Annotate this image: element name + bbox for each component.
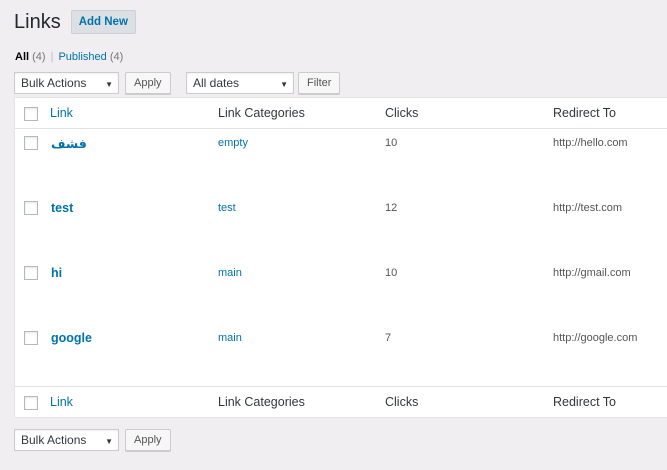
table-row: فشف empty 10 http://hello.com — [15, 130, 667, 195]
table-header: Link Link Categories Clicks Redirect To — [15, 98, 667, 129]
add-new-button[interactable]: Add New — [70, 10, 136, 34]
column-footer-link[interactable]: Link — [50, 395, 73, 409]
link-clicks: 7 — [385, 332, 392, 344]
apply-button-top[interactable]: Apply — [125, 72, 171, 94]
bulk-actions-value: Bulk Actions — [21, 433, 87, 447]
link-clicks: 10 — [385, 267, 398, 279]
select-all-checkbox[interactable] — [24, 107, 38, 121]
column-header-categories: Link Categories — [218, 106, 305, 120]
links-table: Link Link Categories Clicks Redirect To … — [14, 97, 667, 418]
filter-all-link[interactable]: All (4) — [15, 51, 46, 63]
filter-button[interactable]: Filter — [298, 72, 341, 94]
select-all-checkbox[interactable] — [24, 396, 38, 410]
filter-separator: | — [50, 51, 54, 63]
filter-published-link[interactable]: Published (4) — [58, 51, 123, 63]
dropdown-arrow-icon: ▼ — [280, 80, 288, 89]
filter-all-count: (4) — [32, 51, 46, 63]
bulk-actions-select-top[interactable]: Bulk Actions ▼ — [14, 72, 119, 94]
column-footer-clicks: Clicks — [385, 395, 419, 409]
link-clicks: 12 — [385, 202, 398, 214]
link-category[interactable]: main — [218, 267, 242, 279]
column-header-clicks: Clicks — [385, 106, 419, 120]
dropdown-arrow-icon: ▼ — [105, 437, 113, 446]
link-category[interactable]: test — [218, 202, 236, 214]
link-category[interactable]: main — [218, 332, 242, 344]
filter-all-label: All — [15, 51, 30, 63]
link-name[interactable]: hi — [51, 266, 62, 280]
dates-value: All dates — [193, 76, 240, 90]
bulk-actions-value: Bulk Actions — [21, 76, 87, 90]
row-checkbox[interactable] — [24, 201, 38, 215]
filter-published-label: Published — [58, 51, 107, 63]
link-name[interactable]: فشف — [51, 136, 87, 151]
filter-published-count: (4) — [109, 51, 124, 63]
link-redirect: http://test.com — [553, 202, 623, 214]
table-row: test test 12 http://test.com — [15, 195, 667, 260]
bulk-actions-select-bottom[interactable]: Bulk Actions ▼ — [14, 429, 119, 451]
row-checkbox[interactable] — [24, 266, 38, 280]
column-footer-categories: Link Categories — [218, 395, 305, 409]
column-footer-redirect: Redirect To — [553, 395, 616, 409]
link-name[interactable]: test — [51, 201, 73, 215]
link-redirect: http://gmail.com — [553, 267, 631, 279]
status-filter: All (4) | Published (4) — [15, 51, 123, 63]
link-redirect: http://hello.com — [553, 137, 628, 149]
page-title: Links — [14, 11, 61, 33]
table-row: hi main 10 http://gmail.com — [15, 260, 667, 325]
apply-button-bottom[interactable]: Apply — [125, 429, 171, 451]
dates-select[interactable]: All dates ▼ — [186, 72, 294, 94]
table-footer: Link Link Categories Clicks Redirect To — [15, 386, 667, 417]
column-header-redirect: Redirect To — [553, 106, 616, 120]
row-checkbox[interactable] — [24, 331, 38, 345]
table-row: google main 7 http://google.com — [15, 325, 667, 390]
title-row: Links Add New — [14, 10, 136, 34]
link-name[interactable]: google — [51, 331, 92, 345]
column-header-link[interactable]: Link — [50, 106, 73, 120]
link-clicks: 10 — [385, 137, 398, 149]
link-category[interactable]: empty — [218, 137, 248, 149]
link-redirect: http://google.com — [553, 332, 638, 344]
dropdown-arrow-icon: ▼ — [105, 80, 113, 89]
row-checkbox[interactable] — [24, 136, 38, 150]
